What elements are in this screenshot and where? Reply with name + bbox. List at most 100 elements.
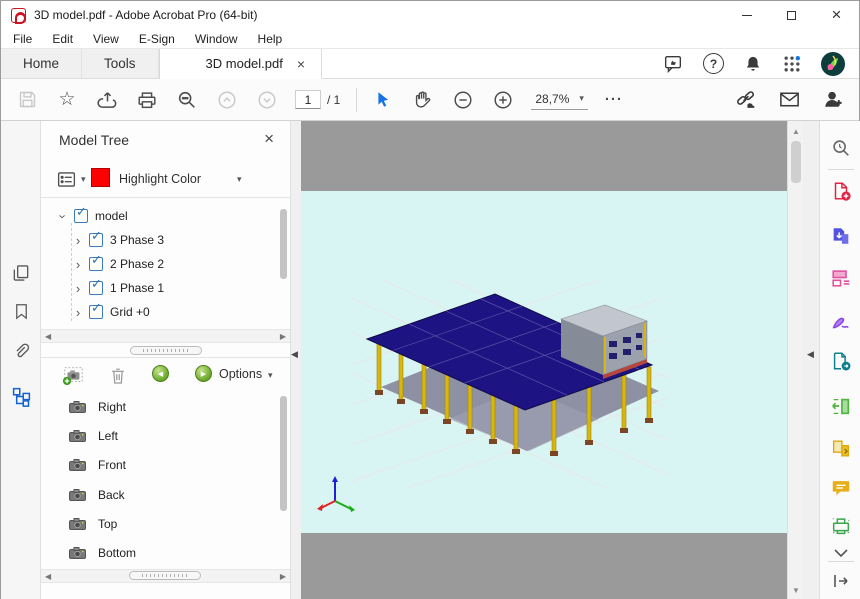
expand-tools-pane-icon[interactable]: ◀: [807, 349, 814, 360]
maximize-button[interactable]: [769, 1, 814, 29]
zoom-out-icon[interactable]: [451, 88, 475, 112]
delete-view-icon[interactable]: [106, 364, 130, 386]
expander-chevron-icon[interactable]: ›: [72, 305, 84, 320]
view-item-back[interactable]: Back: [69, 483, 125, 507]
menu-view[interactable]: View: [93, 32, 119, 46]
splitter-handle[interactable]: [130, 346, 202, 355]
views-options-caret-icon[interactable]: ▾: [268, 370, 273, 381]
edit-pdf-icon[interactable]: [829, 266, 853, 290]
tab-tools[interactable]: Tools: [82, 49, 159, 78]
view-item-top[interactable]: Top: [69, 512, 117, 536]
view-item-left[interactable]: Left: [69, 424, 118, 448]
right-pane-collapse-strip[interactable]: ◀: [803, 121, 819, 599]
tab-home[interactable]: Home: [1, 49, 82, 78]
tree-item-phase3[interactable]: › ✓ 3 Phase 3: [41, 228, 164, 252]
tree-scrollbar-thumb[interactable]: [280, 209, 287, 279]
feedback-icon[interactable]: [662, 53, 684, 75]
collapse-left-panel-icon[interactable]: ◀: [291, 349, 298, 360]
tree-item-model[interactable]: › ✓ model: [41, 204, 128, 228]
export-pdf-icon[interactable]: [829, 224, 853, 248]
next-view-button[interactable]: ▶: [195, 365, 212, 382]
left-panel-collapse-strip[interactable]: ◀: [291, 121, 301, 599]
expander-chevron-icon[interactable]: ›: [56, 210, 71, 222]
tree-item-phase1[interactable]: › ✓ 1 Phase 1: [41, 276, 164, 300]
menu-edit[interactable]: Edit: [52, 32, 73, 46]
page-number-input[interactable]: [295, 90, 321, 109]
request-signatures-icon[interactable]: [829, 349, 853, 373]
3d-building-model[interactable]: [349, 279, 669, 489]
zoom-level-dropdown[interactable]: 28,7% ▾: [531, 90, 588, 110]
scroll-left-icon[interactable]: ◀: [45, 332, 51, 341]
previous-view-button[interactable]: ◀: [152, 365, 169, 382]
open-tools-pane-icon[interactable]: [829, 569, 853, 593]
menu-file[interactable]: File: [13, 32, 32, 46]
tree-horizontal-scrollbar[interactable]: ◀ ▶: [41, 329, 290, 343]
notifications-bell-icon[interactable]: [743, 53, 763, 75]
search-icon[interactable]: [175, 88, 199, 112]
page-thumbnails-icon[interactable]: [9, 261, 33, 285]
scan-ocr-icon[interactable]: [829, 514, 853, 538]
close-button[interactable]: ×: [814, 1, 859, 29]
next-page-icon[interactable]: [255, 88, 279, 112]
hand-tool-icon[interactable]: [411, 88, 435, 112]
comment-icon[interactable]: [829, 476, 853, 500]
tree-checkbox[interactable]: ✓: [89, 233, 103, 247]
expander-chevron-icon[interactable]: ›: [72, 281, 84, 296]
view-item-right[interactable]: Right: [69, 395, 126, 419]
organize-pages-icon[interactable]: [829, 436, 853, 460]
email-icon[interactable]: [777, 88, 801, 112]
select-tool-icon[interactable]: [371, 88, 395, 112]
tree-options-list-icon[interactable]: [56, 169, 77, 193]
tree-checkbox[interactable]: ✓: [89, 305, 103, 319]
tree-options-caret-icon[interactable]: ▾: [81, 174, 86, 185]
zoom-in-icon[interactable]: [491, 88, 515, 112]
highlight-color-label[interactable]: Highlight Color: [119, 172, 201, 186]
fill-sign-icon[interactable]: [829, 309, 853, 333]
views-options-button[interactable]: Options: [219, 367, 262, 381]
views-scrollbar-thumb[interactable]: [280, 396, 287, 511]
horizontal-scroll-thumb[interactable]: [129, 571, 201, 580]
previous-page-icon[interactable]: [215, 88, 239, 112]
attachments-icon[interactable]: [9, 339, 33, 363]
document-vertical-scrollbar[interactable]: ▲ ▼: [787, 121, 803, 599]
more-tools-icon[interactable]: ···: [602, 88, 626, 112]
user-avatar[interactable]: [821, 52, 845, 76]
bookmarks-icon[interactable]: [9, 299, 33, 323]
view-item-bottom[interactable]: Bottom: [69, 541, 136, 565]
search-tool-icon[interactable]: [829, 136, 853, 160]
tree-checkbox[interactable]: ✓: [89, 257, 103, 271]
menu-window[interactable]: Window: [195, 32, 238, 46]
scroll-up-icon[interactable]: ▲: [789, 123, 803, 139]
menu-help[interactable]: Help: [258, 32, 283, 46]
share-link-icon[interactable]: [733, 88, 757, 112]
add-view-icon[interactable]: [61, 364, 85, 386]
favorite-star-icon[interactable]: ☆: [55, 88, 79, 112]
scroll-down-icon[interactable]: ▼: [789, 582, 803, 598]
expander-chevron-icon[interactable]: ›: [72, 233, 84, 248]
panel-close-icon[interactable]: ×: [264, 130, 274, 147]
menu-esign[interactable]: E-Sign: [139, 32, 175, 46]
document-scrollbar-thumb[interactable]: [791, 141, 801, 183]
save-icon[interactable]: [15, 88, 39, 112]
tree-item-phase2[interactable]: › ✓ 2 Phase 2: [41, 252, 164, 276]
combine-files-icon[interactable]: [829, 394, 853, 418]
model-tree-icon[interactable]: [9, 384, 33, 408]
apps-grid-icon[interactable]: [782, 54, 802, 74]
scroll-right-icon[interactable]: ▶: [280, 572, 286, 581]
print-icon[interactable]: [135, 88, 159, 112]
document-canvas[interactable]: [301, 121, 787, 599]
add-user-icon[interactable]: [821, 88, 845, 112]
highlight-color-swatch[interactable]: [91, 168, 110, 187]
tree-item-grid0[interactable]: › ✓ Grid +0: [41, 300, 150, 324]
minimize-button[interactable]: [724, 1, 769, 29]
views-horizontal-scrollbar[interactable]: ◀ ▶: [41, 569, 290, 583]
scroll-left-icon[interactable]: ◀: [45, 572, 51, 581]
view-item-front[interactable]: Front: [69, 453, 126, 477]
tab-document[interactable]: 3D model.pdf ×: [160, 49, 323, 79]
highlight-color-caret-icon[interactable]: ▾: [237, 174, 242, 185]
tree-checkbox[interactable]: ✓: [89, 281, 103, 295]
expander-chevron-icon[interactable]: ›: [72, 257, 84, 272]
panel-splitter[interactable]: [41, 343, 290, 357]
tree-checkbox[interactable]: ✓: [74, 209, 88, 223]
share-upload-icon[interactable]: [95, 88, 119, 112]
